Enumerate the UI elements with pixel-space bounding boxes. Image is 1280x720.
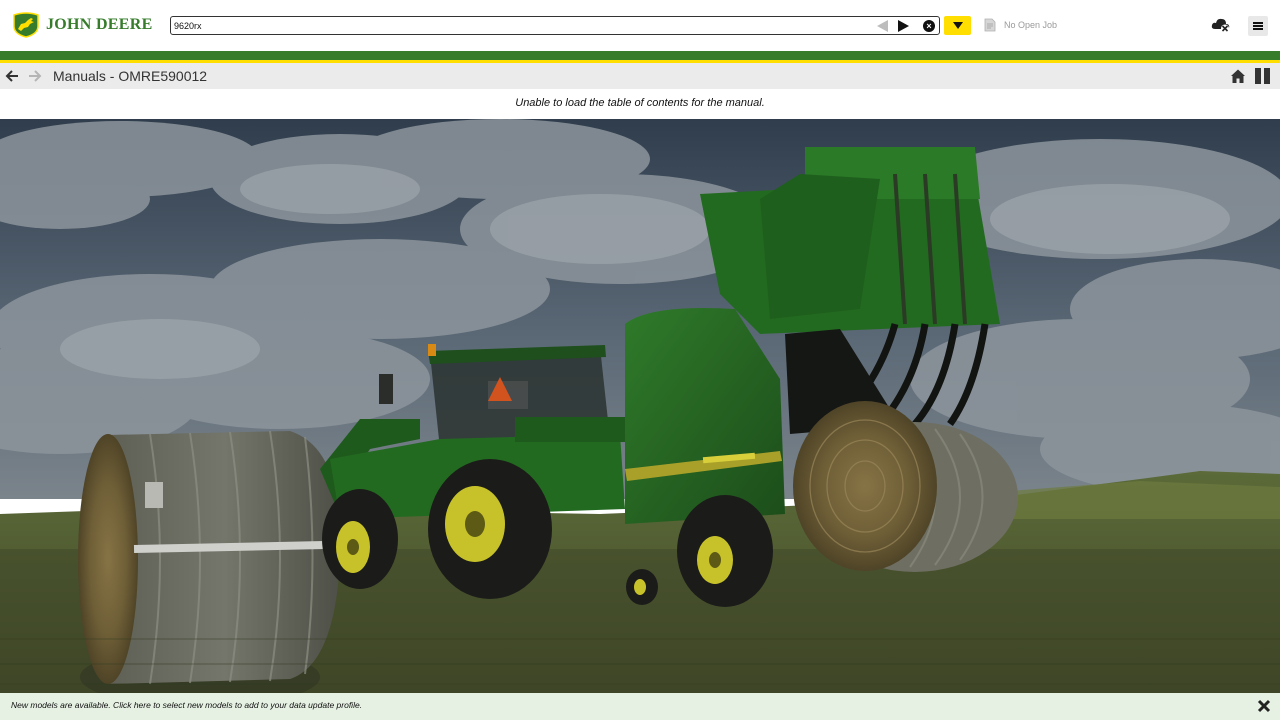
john-deere-logo: JOHN DEERE: [12, 12, 153, 38]
arrow-right-icon[interactable]: [28, 69, 42, 83]
leaping-deer-logo-icon: [13, 12, 39, 38]
tractor-baler-photo: [0, 119, 1280, 693]
page-titlebar: Manuals - OMRE590012: [0, 63, 1280, 89]
arrow-left-icon[interactable]: [5, 69, 19, 83]
new-models-notification[interactable]: New models are available. Click here to …: [0, 693, 1280, 720]
brand-name: JOHN DEERE: [46, 16, 153, 33]
app-header: JOHN DEERE × No Open Job: [0, 0, 1280, 51]
search-box: ×: [170, 16, 940, 35]
search-options-dropdown-button[interactable]: [944, 16, 971, 35]
close-icon[interactable]: [1257, 699, 1271, 713]
error-message: Unable to load the table of contents for…: [515, 97, 765, 109]
open-job-indicator[interactable]: No Open Job: [984, 17, 1057, 33]
hero-image: [0, 119, 1280, 693]
brand-stripe-green: [0, 51, 1280, 60]
page-title: Manuals - OMRE590012: [53, 68, 208, 84]
triangle-left-icon[interactable]: [877, 20, 888, 32]
notification-text[interactable]: New models are available. Click here to …: [11, 700, 362, 710]
home-icon[interactable]: [1230, 68, 1246, 84]
hamburger-menu-icon[interactable]: [1248, 16, 1268, 36]
job-label: No Open Job: [1004, 20, 1058, 30]
caret-down-icon: [953, 22, 963, 29]
triangle-right-icon[interactable]: [898, 20, 909, 32]
cloud-sync-icon[interactable]: [1211, 17, 1231, 33]
split-view-icon[interactable]: [1255, 68, 1270, 84]
search-input[interactable]: [173, 18, 863, 33]
clear-circle-icon[interactable]: ×: [923, 20, 935, 32]
document-icon: [984, 18, 996, 32]
message-bar: Unable to load the table of contents for…: [0, 89, 1280, 119]
